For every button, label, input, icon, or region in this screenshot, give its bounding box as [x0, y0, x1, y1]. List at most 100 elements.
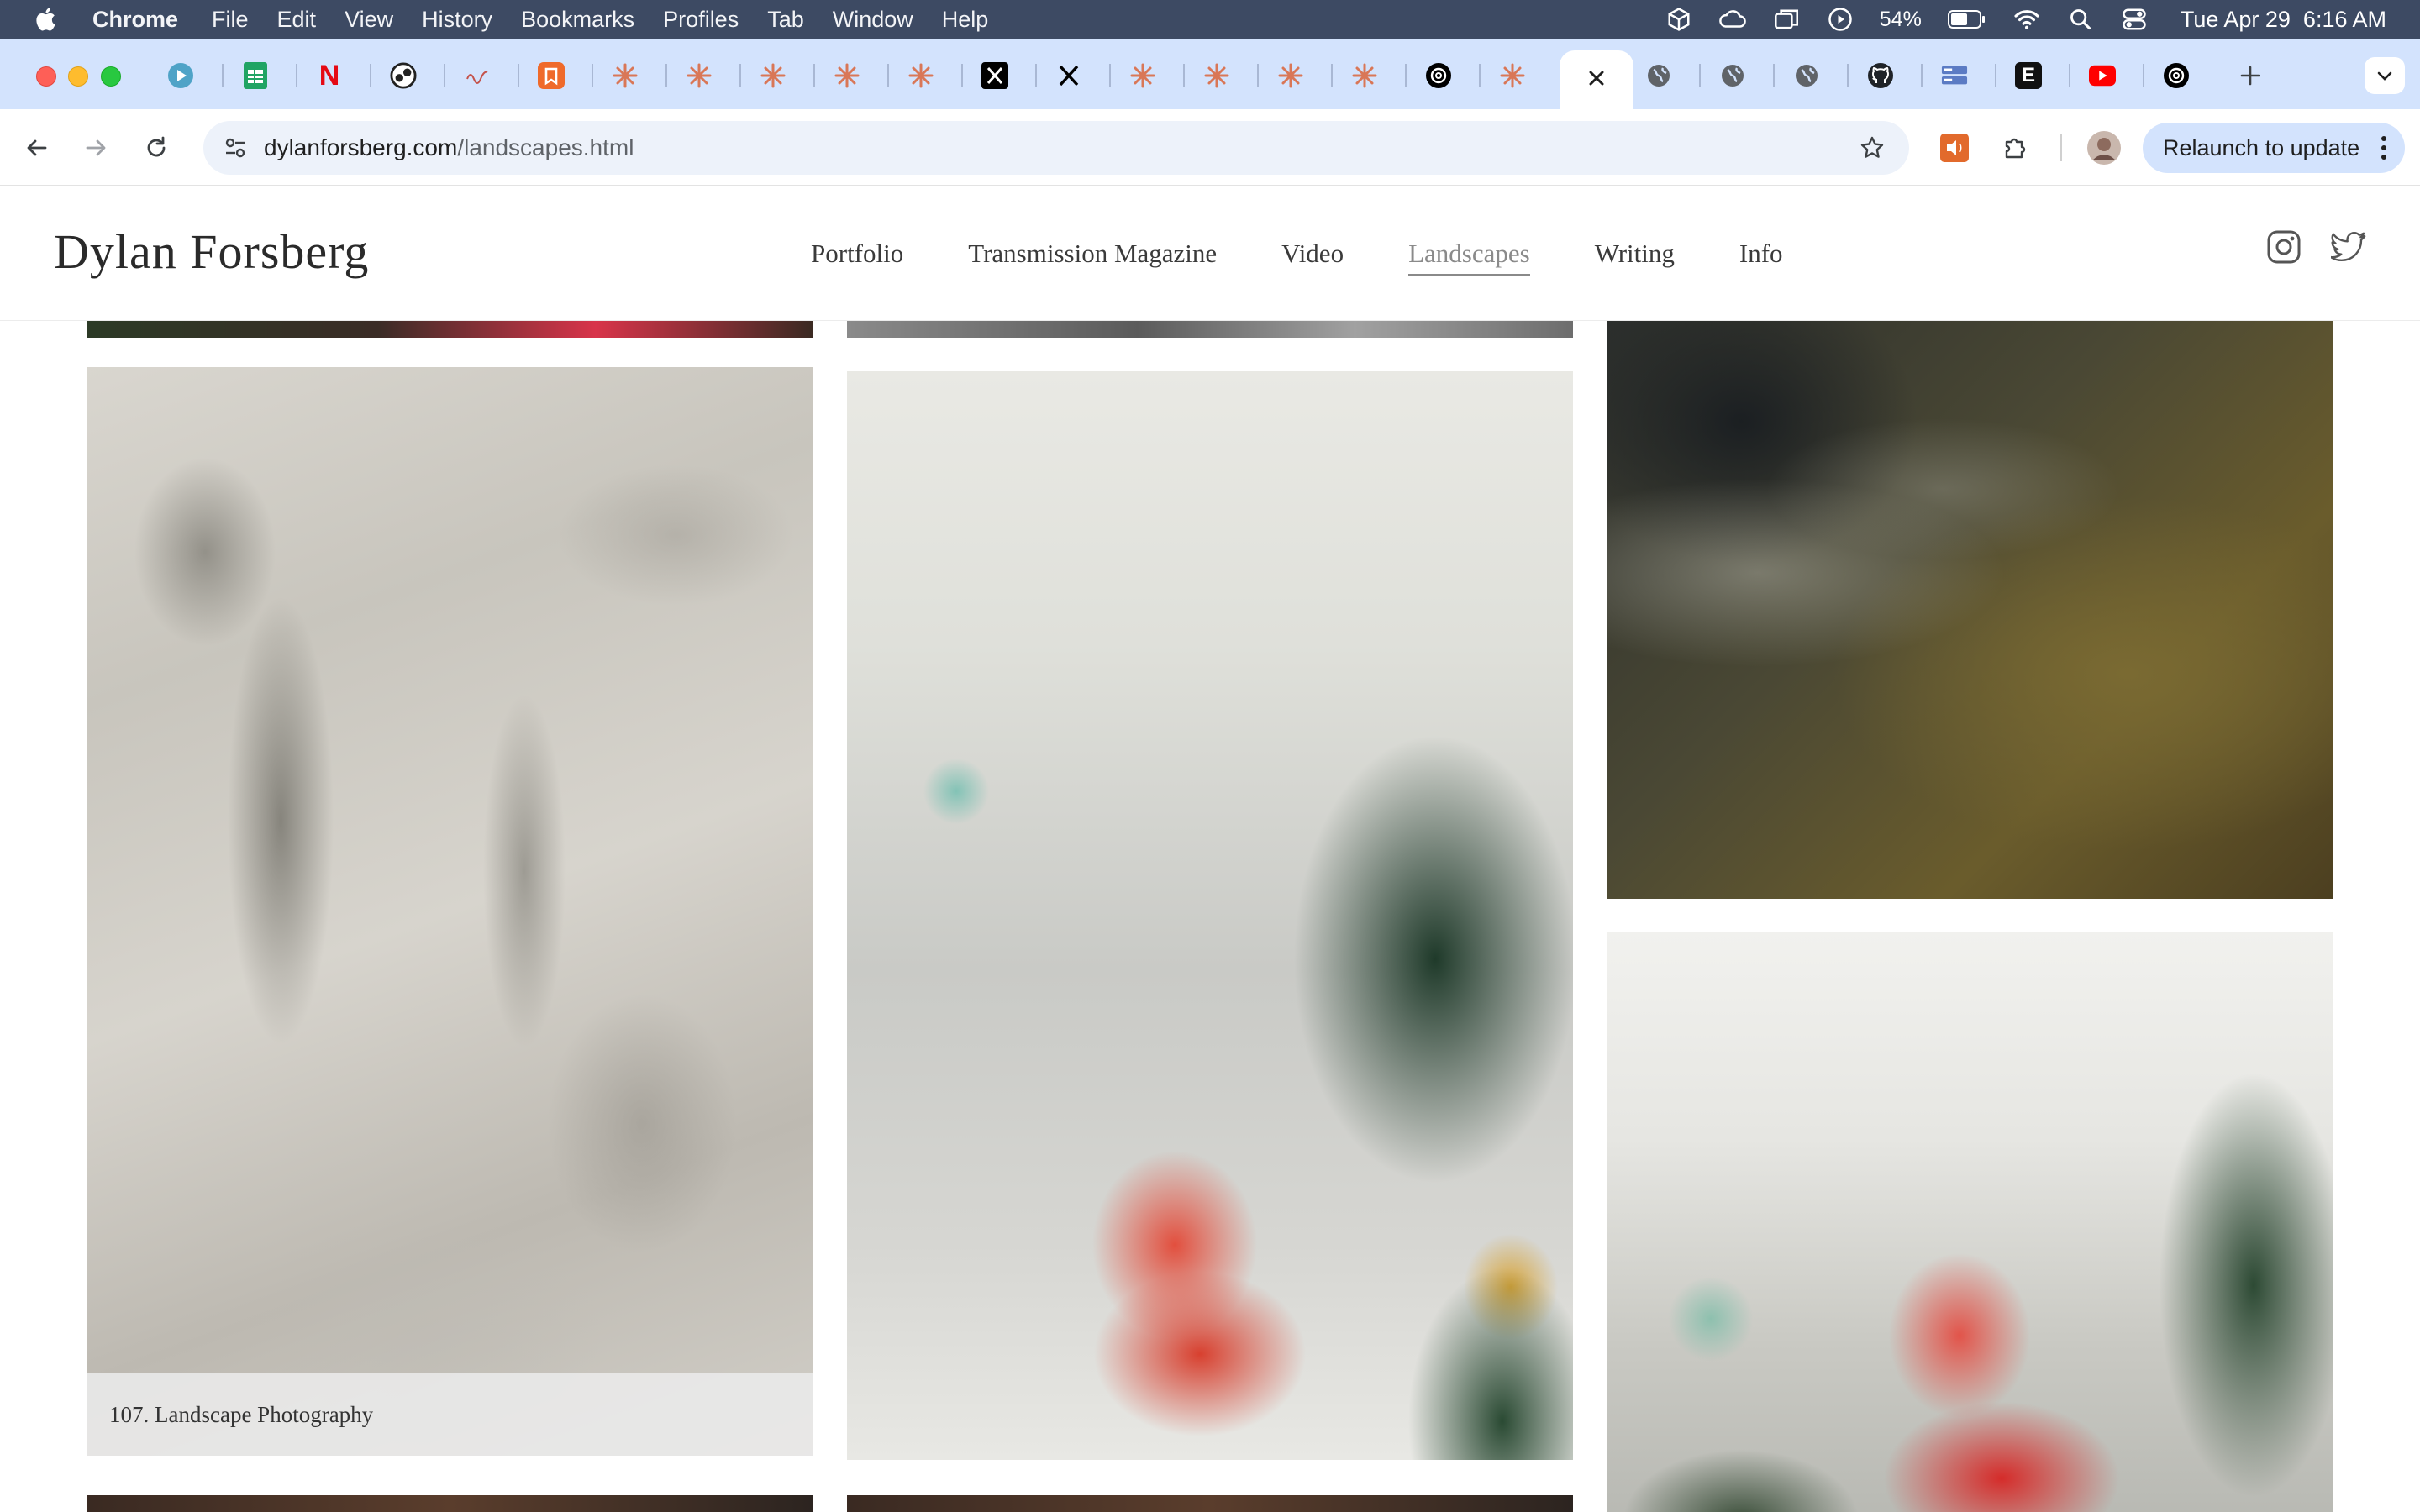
menu-file[interactable]: File — [212, 7, 249, 33]
menu-tab[interactable]: Tab — [767, 7, 804, 33]
menu-view[interactable]: View — [345, 7, 393, 33]
extensions-button[interactable] — [1996, 129, 2033, 166]
tab-bookmark-app[interactable] — [534, 59, 568, 92]
reload-button[interactable] — [134, 126, 178, 170]
cloud-sync-icon[interactable] — [1718, 5, 1747, 34]
url-text[interactable]: dylanforsberg.com/landscapes.html — [264, 134, 634, 161]
menu-edit[interactable]: Edit — [277, 7, 317, 33]
play-circle-icon[interactable] — [1826, 5, 1854, 34]
nav-info[interactable]: Info — [1739, 239, 1783, 276]
x-logo-icon — [981, 62, 1008, 89]
menu-bar-clock[interactable]: Tue Apr 29 6:16 AM — [2181, 7, 2386, 33]
nav-landscapes[interactable]: Landscapes — [1408, 239, 1530, 276]
e-letter-icon: E — [2015, 62, 2042, 89]
forward-button[interactable] — [74, 126, 118, 170]
photo-tile-partial[interactable] — [847, 1495, 1573, 1512]
social-links — [2265, 228, 2368, 265]
extension-audio-button[interactable] — [1936, 129, 1973, 166]
nav-transmission-magazine[interactable]: Transmission Magazine — [968, 239, 1217, 276]
address-bar[interactable]: dylanforsberg.com/landscapes.html — [203, 121, 1909, 175]
tab-claude-5[interactable] — [904, 59, 938, 92]
nav-writing[interactable]: Writing — [1595, 239, 1675, 276]
photo-tile-partial[interactable] — [87, 1495, 813, 1512]
photo-tile-partial[interactable] — [847, 321, 1573, 338]
window-overlap-icon[interactable] — [1772, 5, 1801, 34]
tab-claude-9[interactable] — [1348, 59, 1381, 92]
relaunch-to-update-button[interactable]: Relaunch to update — [2143, 123, 2405, 173]
tab-netflix[interactable]: N — [313, 59, 346, 92]
tab-claude-6[interactable] — [1126, 59, 1160, 92]
close-tab-icon[interactable] — [1586, 67, 1607, 93]
close-window-button[interactable] — [36, 66, 56, 87]
tab-youtube[interactable] — [2086, 59, 2119, 92]
tab-play-app[interactable] — [164, 59, 197, 92]
instagram-icon[interactable] — [2265, 228, 2302, 265]
tab-storage[interactable] — [1938, 59, 1971, 92]
fullscreen-window-button[interactable] — [101, 66, 121, 87]
tab-github[interactable] — [1864, 59, 1897, 92]
toolbar-divider — [2060, 134, 2062, 161]
tab-claude-7[interactable] — [1200, 59, 1234, 92]
menu-profiles[interactable]: Profiles — [663, 7, 739, 33]
menu-history[interactable]: History — [422, 7, 492, 33]
tab-claude-2[interactable] — [682, 59, 716, 92]
wifi-icon[interactable] — [2012, 5, 2041, 34]
blender-like-icon — [390, 62, 417, 89]
photo-tile-partial[interactable] — [87, 321, 813, 338]
tab-claude-4[interactable] — [830, 59, 864, 92]
menu-help[interactable]: Help — [942, 7, 989, 33]
tab-openai-1[interactable] — [1422, 59, 1455, 92]
site-nav: Portfolio Transmission Magazine Video La… — [811, 239, 1848, 276]
wave-icon — [464, 62, 491, 89]
tab-openai-2[interactable] — [2160, 59, 2193, 92]
new-tab-button[interactable] — [2232, 57, 2269, 94]
menu-app-name[interactable]: Chrome — [92, 7, 178, 33]
claude-icon — [834, 62, 860, 89]
photo-tile-flower[interactable] — [847, 371, 1573, 1460]
tab-x-2[interactable] — [1052, 59, 1086, 92]
photo-tile-rock[interactable]: 107. Landscape Photography — [87, 367, 813, 1456]
tab-claude-10[interactable] — [1496, 59, 1529, 92]
apple-menu-icon[interactable] — [34, 6, 60, 33]
site-logo[interactable]: Dylan Forsberg — [54, 223, 369, 280]
avatar — [2087, 131, 2121, 165]
photo-tile-water[interactable] — [1607, 321, 2333, 899]
globe-icon — [1645, 62, 1672, 89]
tab-sheets[interactable] — [239, 59, 272, 92]
sheets-icon — [242, 62, 269, 89]
menu-window[interactable]: Window — [833, 7, 913, 33]
back-button[interactable] — [15, 126, 59, 170]
menu-bookmarks[interactable]: Bookmarks — [521, 7, 634, 33]
tab-search-button[interactable] — [2365, 57, 2405, 94]
spotlight-search-icon[interactable] — [2066, 5, 2095, 34]
site-info-button[interactable] — [215, 128, 255, 168]
tab-globe-2[interactable] — [1716, 59, 1749, 92]
claude-icon — [908, 62, 934, 89]
tab-x-1[interactable] — [978, 59, 1012, 92]
nav-portfolio[interactable]: Portfolio — [811, 239, 903, 276]
nav-video[interactable]: Video — [1281, 239, 1344, 276]
arrow-right-icon — [86, 139, 106, 156]
tab-e-app[interactable]: E — [2012, 59, 2045, 92]
twitter-icon[interactable] — [2331, 228, 2368, 265]
minimize-window-button[interactable] — [68, 66, 88, 87]
youtube-icon — [2089, 62, 2116, 89]
bookmark-star-button[interactable] — [1855, 131, 1889, 165]
claude-icon — [1499, 62, 1526, 89]
tab-blender[interactable] — [387, 59, 420, 92]
tab-wave[interactable] — [460, 59, 494, 92]
relaunch-label: Relaunch to update — [2163, 134, 2360, 160]
cube-status-icon[interactable] — [1665, 5, 1693, 34]
tab-active[interactable] — [1560, 50, 1634, 109]
tab-globe-1[interactable] — [1642, 59, 1676, 92]
claude-icon — [1351, 62, 1378, 89]
battery-percent: 54% — [1879, 7, 1922, 31]
tab-claude-8[interactable] — [1274, 59, 1307, 92]
control-center-icon[interactable] — [2120, 5, 2149, 34]
tab-claude-1[interactable] — [608, 59, 642, 92]
tab-globe-3[interactable] — [1790, 59, 1823, 92]
photo-tile-flower-drops[interactable] — [1607, 932, 2333, 1512]
tab-claude-3[interactable] — [756, 59, 790, 92]
profile-avatar-button[interactable] — [2086, 129, 2123, 166]
battery-icon[interactable] — [1947, 5, 1987, 34]
